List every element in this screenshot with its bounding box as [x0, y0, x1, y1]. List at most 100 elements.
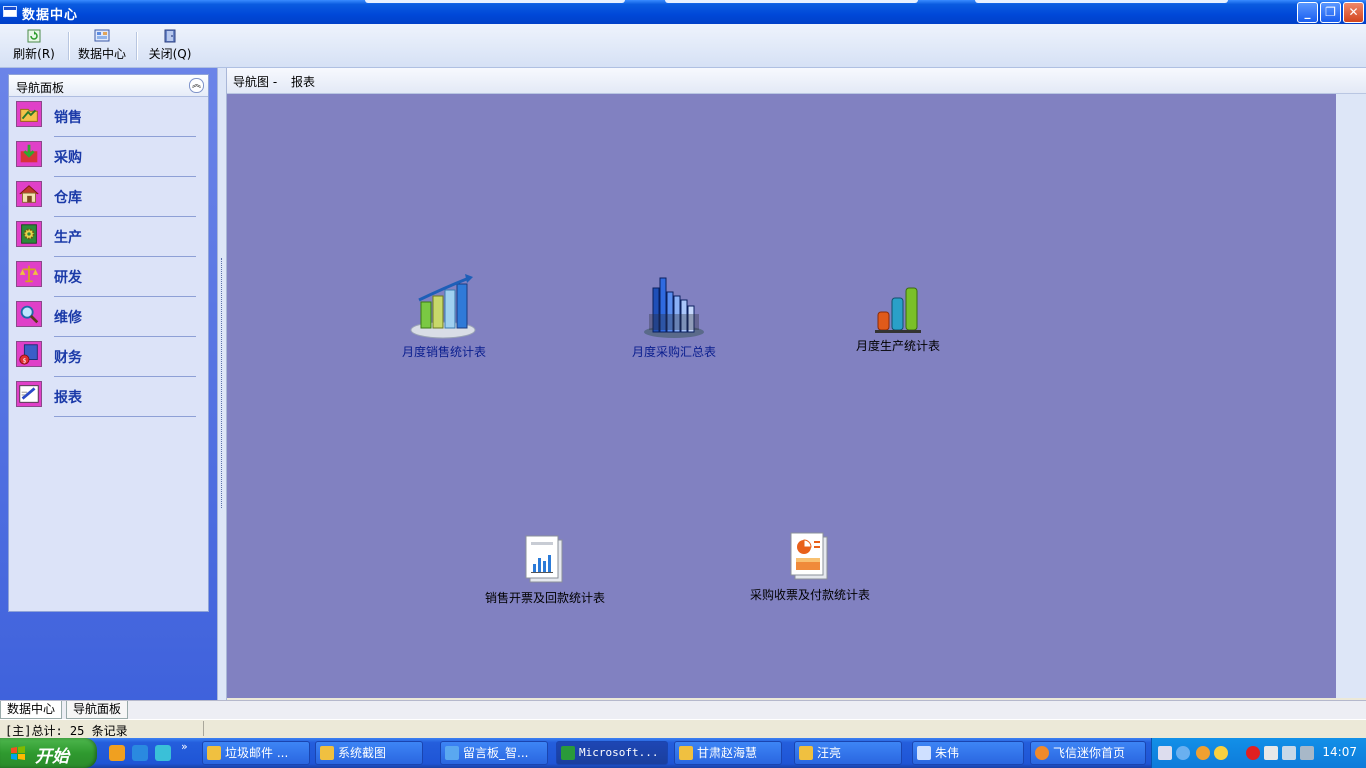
data-center-label: 数据中心 — [77, 47, 126, 61]
status-divider — [203, 721, 204, 736]
close-button[interactable]: 关闭(Q) — [148, 29, 192, 62]
quicklaunch-expand-icon[interactable]: » — [181, 740, 188, 753]
nav-divider — [54, 416, 196, 417]
tab-data-center[interactable]: 数据中心 — [0, 701, 63, 719]
task-item[interactable]: 甘肃赵海慧 — [674, 741, 782, 765]
panel-splitter[interactable] — [217, 68, 227, 700]
nav-item-warehouse[interactable]: 仓库 — [9, 177, 208, 217]
window-app-icon — [917, 746, 931, 760]
browser-icon[interactable] — [132, 745, 148, 761]
report-pen-icon — [16, 381, 42, 407]
rnd-scale-icon — [16, 261, 42, 287]
bottom-tab-bar: 数据中心 导航面板 — [0, 700, 1366, 719]
splitter-grip[interactable] — [221, 258, 224, 508]
task-item[interactable]: 飞信迷你首页 — [1030, 741, 1146, 765]
finance-money-icon: $ — [16, 341, 42, 367]
collapse-icon[interactable]: ︽ — [189, 78, 204, 93]
refresh-label: 刷新(R) — [13, 47, 55, 61]
document-pie-icon — [790, 532, 828, 580]
toolbar-separator — [136, 32, 138, 60]
ie-icon — [445, 746, 459, 760]
excel-icon — [561, 746, 575, 760]
nav-item-repair[interactable]: 维修 — [9, 297, 208, 337]
nav-item-label: 采购 — [54, 150, 82, 166]
svg-text:$: $ — [23, 356, 27, 364]
restore-button[interactable]: ❐ — [1320, 2, 1341, 23]
title-tab-strip — [665, 0, 918, 3]
start-button[interactable]: 开始 — [0, 738, 97, 768]
refresh-icon — [27, 29, 41, 43]
data-center-icon — [94, 29, 110, 42]
document-chart-icon — [525, 535, 563, 583]
data-center-button[interactable]: 数据中心 — [76, 29, 128, 62]
status-text: [主]总计: 25 条记录 — [5, 724, 128, 738]
report-monthly-production[interactable]: 月度生产统计表 — [853, 284, 943, 354]
nav-panel: 导航面板 ︽ 销售 采购 仓库 生产 研发 维修 $ 财务 报表 — [8, 74, 209, 612]
breadcrumb-current: 报表 — [291, 75, 316, 89]
report-label: 采购收票及付款统计表 — [749, 588, 870, 602]
report-purchase-invoice-payment[interactable]: 采购收票及付款统计表 — [745, 531, 875, 603]
toolbar: 刷新(R) 数据中心 关闭(Q) — [0, 24, 1366, 68]
report-label: 销售开票及回款统计表 — [484, 591, 605, 605]
title-bar: 数据中心 _ ❐ ✕ — [0, 0, 1366, 24]
nav-item-label: 销售 — [54, 110, 82, 126]
nav-item-reports[interactable]: 报表 — [9, 377, 208, 417]
report-sales-invoice-collection[interactable]: 销售开票及回款统计表 — [480, 534, 610, 606]
nav-item-label: 仓库 — [54, 190, 82, 206]
left-column: 导航面板 ︽ 销售 采购 仓库 生产 研发 维修 $ 财务 报表 — [0, 68, 217, 700]
volume-icon[interactable] — [1264, 746, 1278, 760]
monitor-icon[interactable] — [1300, 746, 1314, 760]
nav-item-label: 生产 — [54, 230, 82, 246]
task-item[interactable]: 汪亮 — [794, 741, 902, 765]
report-label: 月度采购汇总表 — [631, 345, 716, 359]
nav-item-rnd[interactable]: 研发 — [9, 257, 208, 297]
colored-bars-icon — [875, 287, 921, 333]
toolbar-separator — [68, 32, 70, 60]
nav-item-label: 维修 — [54, 310, 82, 326]
refresh-button[interactable]: 刷新(R) — [12, 29, 56, 62]
task-item[interactable]: 留言板_智... — [440, 741, 548, 765]
qq-icon[interactable] — [1246, 746, 1260, 760]
report-label: 月度销售统计表 — [401, 345, 486, 359]
task-item[interactable]: 朱伟 — [912, 741, 1024, 765]
fetion-icon — [1035, 746, 1049, 760]
breadcrumb: 导航图 - 报表 — [227, 68, 1366, 94]
network-icon[interactable] — [1282, 746, 1296, 760]
tab-nav-panel[interactable]: 导航面板 — [66, 701, 129, 719]
task-item[interactable]: 系统截图 — [315, 741, 423, 765]
task-item[interactable]: 垃圾邮件 ... — [202, 741, 310, 765]
folder-icon — [320, 746, 334, 760]
nav-item-purchase[interactable]: 采购 — [9, 137, 208, 177]
nav-item-finance[interactable]: $ 财务 — [9, 337, 208, 377]
report-monthly-sales[interactable]: 月度销售统计表 — [399, 274, 489, 360]
breadcrumb-prefix: 导航图 - — [233, 75, 278, 89]
messenger-icon[interactable] — [155, 745, 171, 761]
nav-item-sales[interactable]: 销售 — [9, 97, 208, 137]
mail-icon — [207, 746, 221, 760]
windows-flag-icon — [11, 746, 25, 760]
minimize-button[interactable]: _ — [1297, 2, 1318, 23]
keyboard-icon[interactable] — [1158, 746, 1172, 760]
right-edge-panel — [1336, 94, 1366, 698]
close-window-button[interactable]: ✕ — [1343, 2, 1364, 23]
report-canvas: 月度销售统计表 月度采购汇总表 月度生产统计表 销售开票及回款统计表 采购收票及… — [227, 94, 1336, 698]
nav-item-production[interactable]: 生产 — [9, 217, 208, 257]
fetion-tray-icon[interactable] — [1196, 746, 1210, 760]
task-item[interactable]: Microsoft... — [556, 741, 668, 765]
nav-item-label: 财务 — [54, 350, 82, 366]
report-monthly-purchase[interactable]: 月度采购汇总表 — [629, 274, 719, 360]
system-tray: 14:07 — [1151, 738, 1366, 768]
title-tab-strip — [365, 0, 625, 3]
production-gear-icon — [16, 221, 42, 247]
exit-door-icon — [164, 29, 176, 43]
clock-tray-icon[interactable] — [1214, 746, 1228, 760]
warehouse-house-icon — [16, 181, 42, 207]
tray-arrow-icon[interactable] — [1176, 746, 1190, 760]
folder-icon — [679, 746, 693, 760]
media-player-icon[interactable] — [109, 745, 125, 761]
skyline-chart-icon — [644, 277, 704, 338]
taskbar: 开始 » 垃圾邮件 ... 系统截图 留言板_智... Microsoft...… — [0, 738, 1366, 768]
window-icon — [3, 6, 17, 17]
sales-folder-icon — [16, 101, 42, 127]
folder-icon — [799, 746, 813, 760]
